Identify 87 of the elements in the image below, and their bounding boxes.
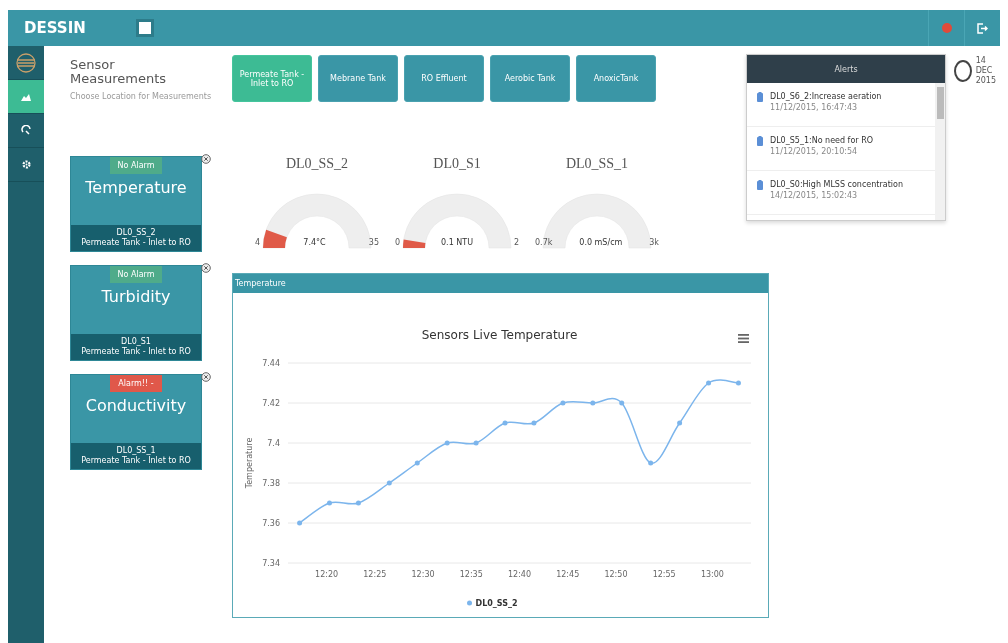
gauge-reading: 0.0 mS/cm bbox=[577, 238, 625, 247]
y-tick-label: 7.44 bbox=[262, 359, 280, 368]
gauge-icon bbox=[20, 125, 32, 136]
data-point bbox=[677, 420, 683, 426]
data-point bbox=[531, 420, 537, 426]
sensor-location: Permeate Tank - Inlet to RO bbox=[81, 456, 191, 466]
gauge-min: 0 bbox=[395, 238, 401, 247]
battery-icon bbox=[757, 180, 763, 190]
x-tick-label: 12:45 bbox=[556, 570, 580, 579]
sensor-location: Permeate Tank - Inlet to RO bbox=[81, 238, 191, 248]
close-button[interactable] bbox=[201, 370, 211, 380]
gauge-title: DL0_SS_1 bbox=[565, 156, 629, 172]
data-point bbox=[619, 400, 625, 406]
y-tick-label: 7.36 bbox=[262, 519, 280, 528]
battery-icon bbox=[757, 92, 763, 102]
menu-button[interactable] bbox=[136, 19, 154, 37]
data-point bbox=[386, 480, 392, 486]
chart-title: Sensors Live Temperature bbox=[421, 328, 578, 342]
dropdown-title: Alerts bbox=[747, 55, 945, 83]
data-point bbox=[735, 380, 741, 386]
gauge-max: 3k bbox=[649, 238, 659, 247]
alarm-badge: Alarm!! - bbox=[110, 375, 162, 392]
data-point bbox=[706, 380, 712, 386]
sensor-id: DL0_SS_2 bbox=[116, 228, 156, 238]
date-day: 14 bbox=[975, 56, 996, 66]
data-point bbox=[355, 500, 361, 506]
sensor-name: Temperature bbox=[85, 178, 187, 197]
data-point bbox=[327, 500, 332, 506]
panel-title: Temperature bbox=[233, 274, 768, 293]
sensor-id: DL0_SS_1 bbox=[116, 446, 156, 456]
location-button[interactable]: RO Effluent bbox=[404, 55, 484, 102]
data-point bbox=[590, 400, 596, 406]
y-tick-label: 7.34 bbox=[262, 559, 280, 568]
brand-name: DESSIN bbox=[23, 19, 87, 37]
gauge-min: 0.7k bbox=[535, 238, 553, 247]
alarm-badge: No Alarm bbox=[109, 266, 163, 283]
gauge-fill bbox=[403, 239, 426, 248]
location-button[interactable]: Permeate Tank - Inlet to RO bbox=[232, 55, 312, 102]
gauge-max: 2 bbox=[513, 238, 519, 247]
scrollbar[interactable] bbox=[935, 83, 945, 220]
x-tick-label: 12:40 bbox=[507, 570, 532, 579]
x-tick-label: 13:00 bbox=[700, 570, 724, 579]
sensor-id: DL0_S1 bbox=[121, 337, 151, 347]
data-point bbox=[502, 420, 508, 426]
y-tick-label: 7.4 bbox=[267, 439, 280, 448]
gauge-title: DL0_S1 bbox=[433, 156, 481, 172]
x-tick-label: 12:50 bbox=[604, 570, 628, 579]
y-tick-label: 7.38 bbox=[262, 479, 280, 488]
x-tick-label: 12:55 bbox=[652, 570, 676, 579]
globe-icon bbox=[15, 51, 37, 74]
page-title: Sensor Measurements bbox=[70, 58, 168, 86]
data-point bbox=[414, 460, 420, 466]
x-tick-label: 12:20 bbox=[315, 570, 339, 579]
gauge-title: DL0_SS_2 bbox=[285, 156, 349, 172]
alarm-badge: No Alarm bbox=[109, 157, 163, 174]
sidebar-item[interactable] bbox=[8, 80, 44, 114]
gauge-max: 35 bbox=[368, 238, 379, 247]
menu-icon[interactable] bbox=[738, 334, 749, 343]
close-button[interactable] bbox=[201, 152, 211, 162]
x-tick-label: 12:35 bbox=[459, 570, 483, 579]
axis-title: Temperature bbox=[245, 437, 254, 489]
data-point bbox=[444, 440, 450, 446]
date-year: 2015 bbox=[975, 76, 996, 86]
date-month: DEC bbox=[975, 66, 994, 76]
data-point bbox=[560, 400, 566, 406]
page-subtitle: Choose Location for Measurements bbox=[70, 92, 213, 101]
y-tick-label: 7.42 bbox=[262, 399, 280, 408]
settings-icon bbox=[20, 159, 32, 170]
gauge-fill bbox=[263, 229, 287, 248]
sensor-name: Turbidity bbox=[101, 287, 171, 306]
data-point bbox=[648, 460, 654, 466]
gauge-min: 4 bbox=[255, 238, 261, 247]
legend-item[interactable]: DL0_SS_2 bbox=[467, 599, 518, 608]
x-tick-label: 12:25 bbox=[363, 570, 387, 579]
x-tick-label: 12:30 bbox=[411, 570, 435, 579]
logout-icon bbox=[977, 22, 988, 34]
close-button[interactable] bbox=[201, 261, 211, 271]
data-point bbox=[473, 440, 479, 446]
gauge-reading: 0.1 NTU bbox=[439, 238, 475, 247]
battery-icon bbox=[757, 136, 763, 146]
data-point bbox=[297, 520, 303, 526]
sensor-name: Conductivity bbox=[85, 396, 187, 415]
location-button[interactable]: Mebrane Tank bbox=[318, 55, 398, 102]
gauge-reading: 7.4°C bbox=[301, 238, 328, 247]
location-button[interactable]: AnoxicTank bbox=[576, 55, 656, 102]
location-button[interactable]: Aerobic Tank bbox=[490, 55, 570, 102]
sensor-location: Permeate Tank - Inlet to RO bbox=[81, 347, 191, 357]
